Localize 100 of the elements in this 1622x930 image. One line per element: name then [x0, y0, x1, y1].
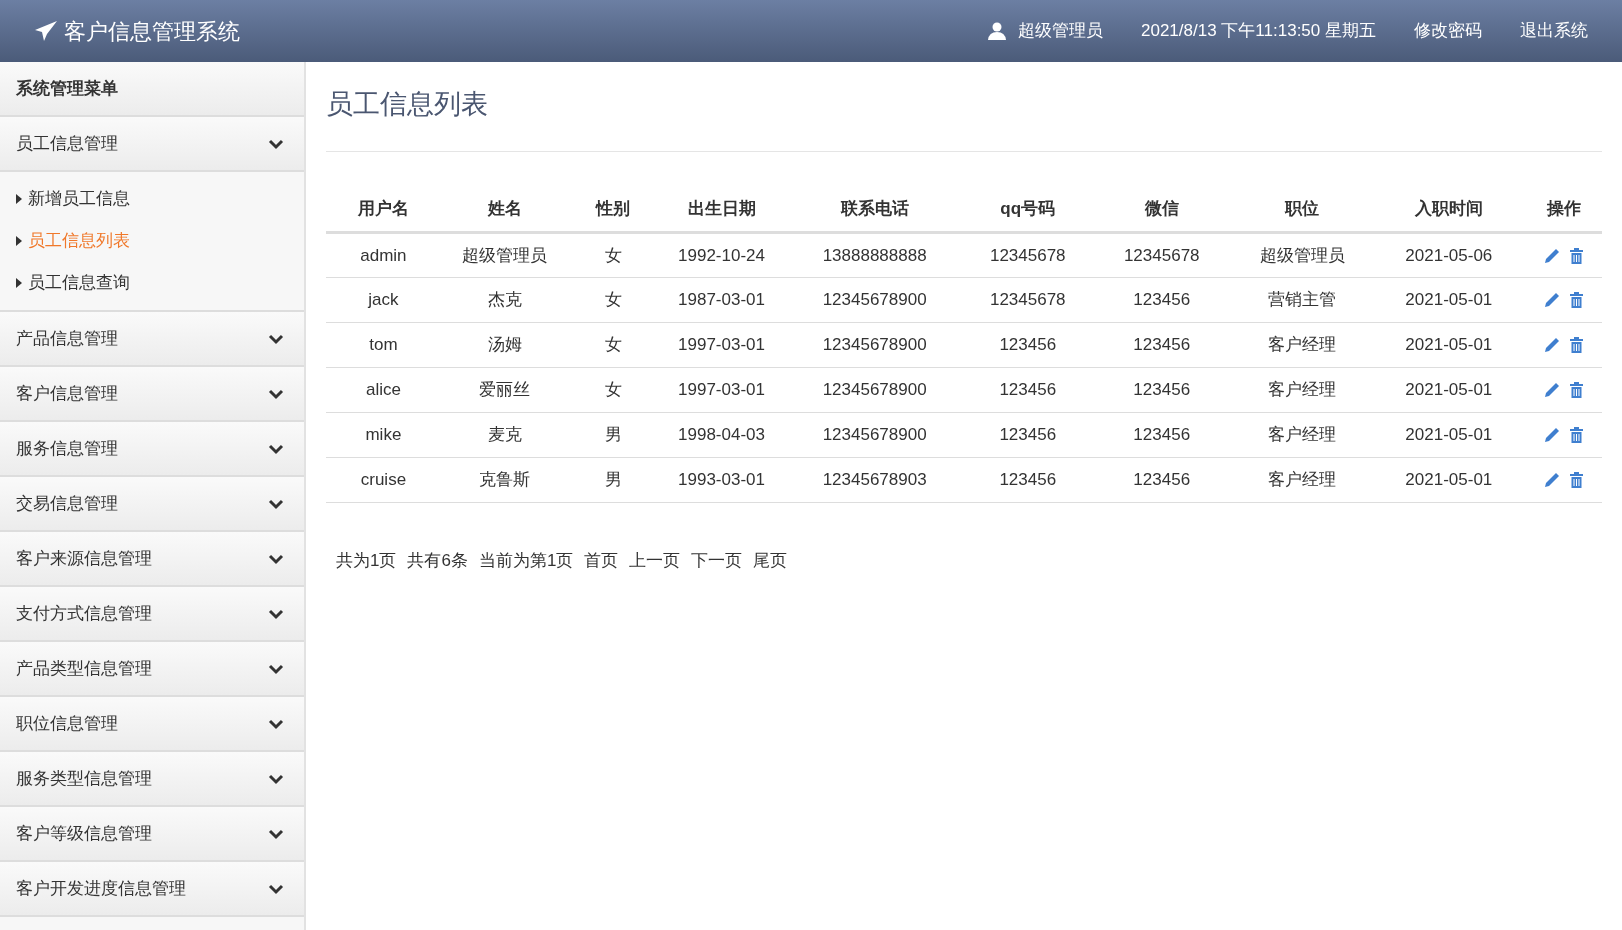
chevron-icon	[268, 717, 284, 730]
table-cell: 123456	[963, 367, 1092, 413]
table-cell: 123456	[1091, 367, 1232, 413]
chevron-icon	[268, 442, 284, 455]
column-header: 入职时间	[1372, 185, 1526, 233]
table-cell: 1993-03-01	[657, 457, 786, 503]
chevron-icon	[268, 332, 284, 345]
column-header: 姓名	[440, 185, 569, 233]
table-cell: 2021-05-01	[1372, 322, 1526, 368]
table-cell: 女	[568, 367, 658, 413]
edit-icon[interactable]	[1544, 292, 1561, 308]
page-link[interactable]: 下一页	[691, 548, 743, 574]
edit-icon[interactable]	[1544, 382, 1561, 398]
edit-icon[interactable]	[1544, 247, 1561, 264]
table-cell: tom	[326, 322, 441, 368]
page-link[interactable]: 首页	[584, 548, 619, 574]
table-cell: 客户经理	[1231, 367, 1373, 413]
table-cell: 12345678903	[785, 457, 964, 503]
page-link[interactable]: 上一页	[629, 548, 681, 574]
table-cell: jack	[326, 277, 441, 323]
table-cell: 女	[568, 232, 658, 278]
table-cell: alice	[326, 367, 441, 413]
trash-icon[interactable]	[1570, 247, 1584, 264]
page-title: 员工信息列表	[326, 84, 1602, 152]
user-name: 超级管理员	[1018, 20, 1103, 43]
table-cell: 12345678	[1091, 232, 1232, 278]
table-cell: 2021-05-01	[1372, 367, 1526, 413]
column-header: 用户名	[326, 185, 441, 233]
table-cell: 12345678900	[785, 367, 964, 413]
table-cell: 超级管理员	[440, 232, 569, 278]
date-time: 2021/8/13 下午11:13:50 星期五	[1141, 20, 1376, 43]
table-cell: 12345678	[963, 277, 1092, 323]
table-cell: 杰克	[440, 277, 569, 323]
chevron-icon	[268, 497, 284, 510]
table-cell: 男	[568, 457, 658, 503]
chevron-icon	[268, 387, 284, 400]
column-header: 出生日期	[657, 185, 786, 233]
table-cell: 1998-04-03	[657, 412, 786, 458]
table-cell: 女	[568, 277, 658, 323]
page-link[interactable]: 尾页	[753, 548, 788, 574]
header-link[interactable]: 修改密码	[1414, 18, 1482, 44]
user-icon	[988, 22, 1006, 40]
edit-icon[interactable]	[1544, 337, 1561, 353]
column-header: 性别	[568, 185, 658, 233]
menu-item[interactable]: 员工信息查询	[0, 262, 304, 304]
table-cell: 12345678	[963, 232, 1092, 278]
trash-icon[interactable]	[1570, 337, 1584, 353]
caret-icon	[16, 194, 22, 204]
table-cell: 1997-03-01	[657, 367, 786, 413]
column-header: 职位	[1231, 185, 1373, 233]
table-cell: 123456	[963, 412, 1092, 458]
table-cell: 汤姆	[440, 322, 569, 368]
table-cell: 123456	[963, 457, 1092, 503]
table-cell: mike	[326, 412, 441, 458]
trash-icon[interactable]	[1570, 382, 1584, 398]
table-cell: 2021-05-01	[1372, 412, 1526, 458]
table-cell: 12345678900	[785, 322, 964, 368]
trash-icon[interactable]	[1570, 292, 1584, 308]
app-title: 客户信息管理系统	[64, 17, 240, 46]
table-cell: 123456	[963, 322, 1092, 368]
table-cell: 1987-03-01	[657, 277, 786, 323]
table-cell: 12345678900	[785, 412, 964, 458]
table-cell: 2021-05-06	[1372, 232, 1526, 278]
paper-plane-icon	[34, 20, 58, 42]
table-cell: cruise	[326, 457, 441, 503]
table-cell: 123456	[1091, 412, 1232, 458]
menu-item[interactable]: 新增员工信息	[0, 178, 304, 220]
table-cell: 123456	[1091, 322, 1232, 368]
chevron-icon	[268, 662, 284, 675]
table-cell: admin	[326, 232, 441, 278]
column-header: 微信	[1091, 185, 1232, 233]
edit-icon[interactable]	[1544, 472, 1561, 488]
trash-icon[interactable]	[1570, 427, 1584, 443]
table-cell: 麦克	[440, 412, 569, 458]
table-cell: 123456	[1091, 457, 1232, 503]
table-cell: 客户经理	[1231, 412, 1373, 458]
chevron-icon	[268, 552, 284, 565]
trash-icon[interactable]	[1570, 472, 1584, 488]
column-header: 操作	[1525, 185, 1602, 233]
table-cell: 123456	[1091, 277, 1232, 323]
chevron-icon	[268, 882, 284, 895]
chevron-icon	[268, 772, 284, 785]
chevron-icon	[268, 137, 284, 150]
table-cell: 2021-05-01	[1372, 277, 1526, 323]
table-cell: 克鲁斯	[440, 457, 569, 503]
column-header: qq号码	[963, 185, 1092, 233]
table-cell: 客户经理	[1231, 457, 1373, 503]
table-cell: 爱丽丝	[440, 367, 569, 413]
table-cell: 客户经理	[1231, 322, 1373, 368]
edit-icon[interactable]	[1544, 427, 1561, 443]
column-header: 联系电话	[785, 185, 964, 233]
table-cell: 女	[568, 322, 658, 368]
page-info: 共有6条	[407, 550, 468, 572]
table-cell: 2021-05-01	[1372, 457, 1526, 503]
page-info: 共为1页	[336, 550, 397, 572]
chevron-icon	[268, 827, 284, 840]
header-link[interactable]: 退出系统	[1520, 18, 1588, 44]
caret-icon	[16, 278, 22, 288]
table-cell: 营销主管	[1231, 277, 1373, 323]
page-info: 当前为第1页	[478, 550, 574, 572]
